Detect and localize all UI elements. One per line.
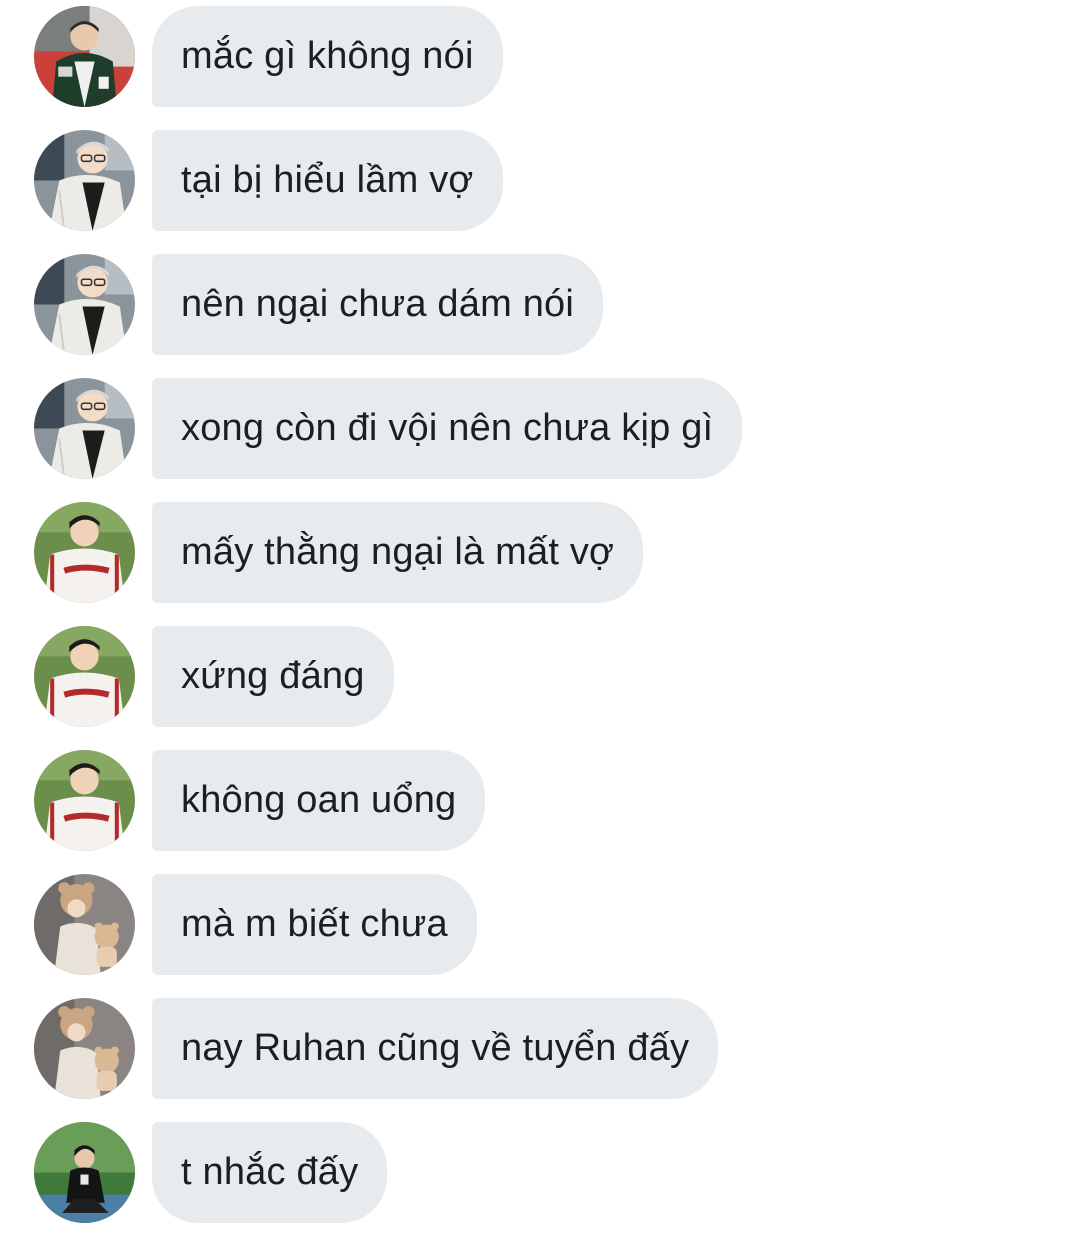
message-text: nên ngại chưa dám nói: [181, 283, 575, 325]
message-bubble[interactable]: tại bị hiểu lầm vợ: [152, 130, 503, 231]
message-text: tại bị hiểu lầm vợ: [181, 159, 474, 201]
message-text: xong còn đi vội nên chưa kịp gì: [181, 407, 714, 449]
avatar-person-crouching-icon[interactable]: [34, 1122, 135, 1223]
avatar-person-baseball-jersey-icon[interactable]: [34, 502, 135, 603]
message-bubble[interactable]: không oan uổng: [152, 750, 486, 851]
message-text: mấy thằng ngại là mất vợ: [181, 531, 615, 573]
avatar-person-baseball-jersey-icon[interactable]: [34, 750, 135, 851]
message-row: xứng đáng: [0, 626, 1080, 727]
avatar-person-jacket-icon[interactable]: [34, 6, 135, 107]
message-bubble[interactable]: xong còn đi vội nên chưa kịp gì: [152, 378, 743, 479]
message-text: mắc gì không nói: [181, 35, 474, 77]
message-row: xong còn đi vội nên chưa kịp gì: [0, 378, 1080, 479]
avatar-person-glasses-icon[interactable]: [34, 378, 135, 479]
avatar-person-glasses-icon[interactable]: [34, 254, 135, 355]
message-bubble[interactable]: t nhắc đấy: [152, 1122, 388, 1223]
avatar-person-bear-hat-icon[interactable]: [34, 998, 135, 1099]
message-row: nên ngại chưa dám nói: [0, 254, 1080, 355]
message-text: xứng đáng: [181, 655, 365, 697]
message-thread: mắc gì không nói tại bị hiểu lầm vợ nên …: [0, 6, 1080, 1246]
avatar-person-baseball-jersey-icon[interactable]: [34, 626, 135, 727]
message-row: không oan uổng: [0, 750, 1080, 851]
message-bubble[interactable]: nay Ruhan cũng về tuyển đấy: [152, 998, 719, 1099]
message-text: t nhắc đấy: [181, 1151, 359, 1193]
message-bubble[interactable]: nên ngại chưa dám nói: [152, 254, 604, 355]
message-row: mà m biết chưa: [0, 874, 1080, 975]
message-text: mà m biết chưa: [181, 903, 448, 945]
message-bubble[interactable]: xứng đáng: [152, 626, 394, 727]
message-row: nay Ruhan cũng về tuyển đấy: [0, 998, 1080, 1099]
message-row: tại bị hiểu lầm vợ: [0, 130, 1080, 231]
message-bubble[interactable]: mấy thằng ngại là mất vợ: [152, 502, 644, 603]
message-text: nay Ruhan cũng về tuyển đấy: [181, 1027, 690, 1069]
message-row: mấy thằng ngại là mất vợ: [0, 502, 1080, 603]
message-bubble[interactable]: mà m biết chưa: [152, 874, 477, 975]
message-bubble[interactable]: mắc gì không nói: [152, 6, 503, 107]
message-row: t nhắc đấy: [0, 1122, 1080, 1223]
message-row: mắc gì không nói: [0, 6, 1080, 107]
avatar-person-glasses-icon[interactable]: [34, 130, 135, 231]
avatar-person-bear-hat-icon[interactable]: [34, 874, 135, 975]
message-text: không oan uổng: [181, 779, 457, 821]
